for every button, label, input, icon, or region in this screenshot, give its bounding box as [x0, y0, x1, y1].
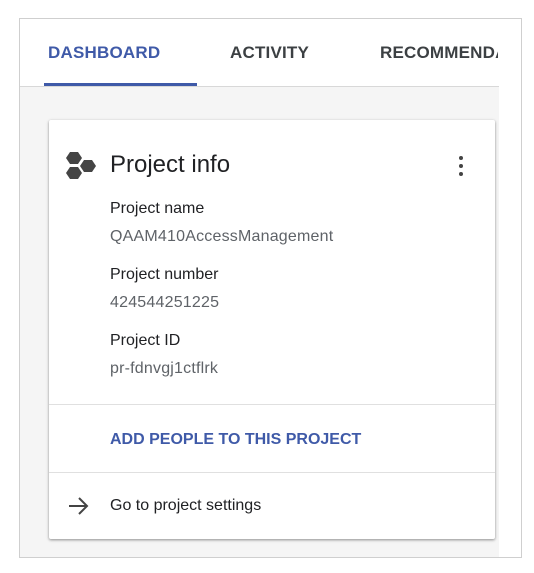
active-tab-indicator	[44, 83, 197, 86]
project-settings-label: Go to project settings	[110, 497, 262, 514]
project-id-value: pr-fdnvgj1ctflrk	[110, 360, 219, 377]
project-info-card: Project info Project name QAAM410AccessM…	[49, 120, 495, 539]
tab-recommendations-clip: RECOMMENDATIONS	[380, 19, 498, 86]
tab-activity[interactable]: ACTIVITY	[230, 43, 309, 63]
project-settings-link[interactable]: Go to project settings	[49, 473, 495, 539]
tab-recommendations[interactable]: RECOMMENDATIONS	[380, 43, 498, 63]
card-title: Project info	[110, 151, 231, 178]
hexagons-icon	[66, 152, 96, 179]
project-name-label: Project name	[110, 200, 205, 217]
tab-bar: DASHBOARD ACTIVITY RECOMMENDATIONS	[20, 19, 521, 87]
project-number-value: 424544251225	[110, 294, 220, 311]
more-options-icon[interactable]	[453, 154, 469, 180]
project-number-label: Project number	[110, 266, 219, 283]
divider	[49, 404, 495, 405]
panel-right-gutter	[499, 19, 521, 557]
add-people-link[interactable]: ADD PEOPLE TO THIS PROJECT	[110, 431, 361, 449]
project-name-value: QAAM410AccessManagement	[110, 228, 334, 245]
arrow-right-icon	[69, 497, 89, 515]
dashboard-panel: DASHBOARD ACTIVITY RECOMMENDATIONS Proje…	[19, 18, 522, 558]
tab-dashboard[interactable]: DASHBOARD	[48, 43, 160, 63]
project-id-label: Project ID	[110, 332, 181, 349]
